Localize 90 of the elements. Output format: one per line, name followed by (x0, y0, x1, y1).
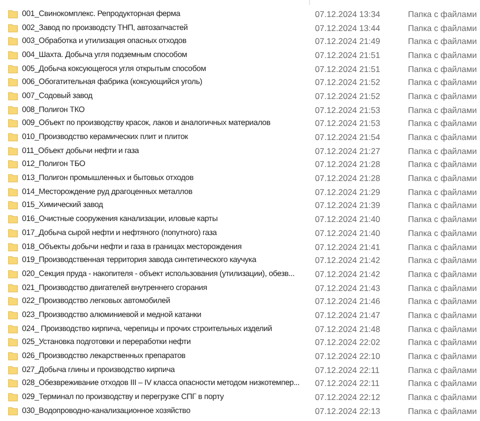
item-type: Папка с файлами (408, 8, 477, 19)
item-type: Папка с файлами (408, 255, 477, 266)
item-type: Папка с файлами (408, 392, 477, 402)
modified-date: 07.12.2024 21:52 (315, 77, 382, 88)
modified-date: 07.12.2024 21:39 (315, 200, 382, 210)
folder-icon (8, 337, 18, 348)
folder-icon (8, 324, 18, 334)
modified-date: 07.12.2024 21:28 (315, 173, 382, 184)
folder-icon (8, 200, 18, 210)
modified-date: 07.12.2024 21:42 (315, 268, 382, 279)
modified-date: 07.12.2024 21:49 (315, 36, 382, 46)
folder-icon (8, 310, 18, 320)
folder-icon (8, 228, 18, 238)
item-type: Папка с файлами (408, 118, 477, 128)
folder-icon (8, 351, 18, 362)
item-type: Папка с файлами (408, 214, 477, 224)
modified-date: 07.12.2024 21:40 (315, 214, 382, 224)
modified-date: 07.12.2024 21:51 (315, 50, 382, 60)
modified-date: 07.12.2024 13:44 (315, 22, 382, 33)
modified-date: 07.12.2024 22:11 (315, 378, 381, 388)
item-type: Папка с файлами (408, 186, 477, 197)
modified-date: 07.12.2024 21:51 (315, 64, 382, 74)
modified-date: 07.12.2024 21:28 (315, 159, 382, 170)
item-type: Папка с файлами (408, 324, 477, 334)
item-type: Папка с файлами (408, 310, 477, 320)
item-type: Папка с файлами (408, 282, 477, 293)
modified-date: 07.12.2024 21:46 (315, 296, 382, 306)
modified-date: 07.12.2024 21:52 (315, 90, 382, 101)
item-type: Папка с файлами (408, 351, 477, 362)
item-type: Папка с файлами (408, 146, 477, 156)
item-type: Папка с файлами (408, 364, 477, 375)
item-type: Папка с файлами (408, 173, 477, 184)
modified-date: 07.12.2024 21:53 (315, 118, 382, 128)
modified-date: 07.12.2024 21:42 (315, 255, 382, 266)
modified-date: 07.12.2024 13:34 (315, 8, 382, 19)
modified-date: 07.12.2024 21:47 (315, 310, 382, 320)
folder-icon (8, 364, 18, 375)
item-type: Папка с файлами (408, 132, 477, 142)
folder-icon (8, 406, 18, 416)
folder-icon (8, 186, 18, 197)
folder-icon (8, 378, 18, 388)
folder-icon (8, 214, 18, 224)
modified-date: 07.12.2024 22:02 (315, 337, 382, 348)
folder-icon (8, 146, 18, 156)
modified-date: 07.12.2024 22:13 (315, 406, 382, 416)
folder-icon (8, 50, 18, 60)
modified-date: 07.12.2024 22:10 (315, 351, 382, 362)
folder-icon (8, 282, 18, 293)
modified-date: 07.12.2024 22:11 (315, 364, 381, 375)
folder-icon (8, 77, 18, 88)
folder-icon (8, 159, 18, 170)
item-type: Папка с файлами (408, 104, 477, 115)
item-type: Папка с файлами (408, 77, 477, 88)
folder-icon (8, 64, 18, 74)
folder-icon (8, 132, 18, 142)
modified-date: 07.12.2024 21:29 (315, 186, 382, 197)
item-type: Папка с файлами (408, 64, 477, 74)
item-type: Папка с файлами (408, 159, 477, 170)
folder-icon (8, 8, 18, 19)
item-type: Папка с файлами (408, 36, 477, 46)
item-type: Папка с файлами (408, 296, 477, 306)
item-type: Папка с файлами (408, 268, 477, 279)
item-type: Папка с файлами (408, 228, 477, 238)
folder-icon (8, 118, 18, 128)
item-type: Папка с файлами (408, 378, 477, 388)
item-type: Папка с файлами (408, 90, 477, 101)
folder-icon (8, 242, 18, 252)
item-type: Папка с файлами (408, 406, 477, 416)
item-type: Папка с файлами (408, 50, 477, 60)
folder-icon (8, 90, 18, 101)
item-type: Папка с файлами (408, 242, 477, 252)
modified-date: 07.12.2024 22:12 (315, 392, 382, 402)
item-type: Папка с файлами (408, 22, 477, 33)
modified-date: 07.12.2024 21:53 (315, 104, 382, 115)
modified-date: 07.12.2024 21:27 (315, 146, 382, 156)
folder-icon (8, 104, 18, 115)
modified-date: 07.12.2024 21:41 (315, 242, 382, 252)
modified-date: 07.12.2024 21:48 (315, 324, 382, 334)
folder-icon (8, 22, 18, 33)
folder-icon (8, 268, 18, 279)
modified-date: 07.12.2024 21:54 (315, 132, 382, 142)
folder-icon (8, 392, 18, 402)
item-type: Папка с файлами (408, 200, 477, 210)
modified-date: 07.12.2024 21:40 (315, 228, 382, 238)
folder-icon (8, 173, 18, 184)
modified-date: 07.12.2024 21:43 (315, 282, 382, 293)
folder-icon (8, 36, 18, 46)
item-type: Папка с файлами (408, 337, 477, 348)
folder-icon (8, 255, 18, 266)
folder-icon (8, 296, 18, 306)
